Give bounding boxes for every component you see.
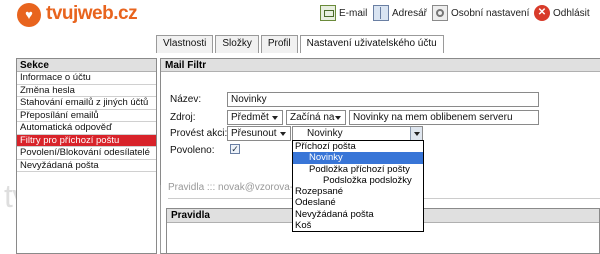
nav-logout[interactable]: Odhlásit <box>534 4 590 22</box>
tab-account-settings[interactable]: Nastavení uživatelského účtu <box>299 35 444 53</box>
source-field-select[interactable]: Předmět <box>227 110 283 125</box>
settings-icon <box>432 5 448 21</box>
folder-option-inbox[interactable]: Příchozí pošta <box>293 141 423 152</box>
source-label: Zdroj: <box>170 112 196 123</box>
tab-profil[interactable]: Profil <box>260 35 298 53</box>
tab-vlastnosti[interactable]: Vlastnosti <box>156 35 214 53</box>
folder-option-sent[interactable]: Odeslané <box>293 197 423 208</box>
app-header: ♥ tvujweb.cz E-mail Adresář Osobní nasta… <box>0 0 600 34</box>
brand-name[interactable]: tvujweb.cz <box>46 3 138 25</box>
nav-settings-label: Osobní nastavení <box>451 7 530 19</box>
sidebar-item-filters[interactable]: Filtry pro příchozí poštu <box>17 134 156 147</box>
folder-option-inbox-subfolder[interactable]: Podložka příchozí pošty <box>293 164 423 175</box>
logout-icon <box>534 5 550 21</box>
nav-settings[interactable]: Osobní nastavení <box>432 4 529 22</box>
folder-option-spam[interactable]: Nevyžádaná pošta <box>293 209 423 220</box>
chevron-down-icon <box>272 116 278 120</box>
sidebar-item-autoreply[interactable]: Automatická odpověď <box>17 122 156 135</box>
action-value: Přesunout <box>231 128 277 139</box>
action-label: Provést akci: <box>170 128 228 139</box>
sidebar-item-fetch-mail[interactable]: Stahování emailů z jiných účtů <box>17 97 156 110</box>
address-book-icon <box>373 5 389 21</box>
heart-icon: ♥ <box>25 7 33 22</box>
tab-slozky[interactable]: Složky <box>215 35 259 53</box>
sidebar-item-change-password[interactable]: Změna hesla <box>17 85 156 97</box>
enabled-checkbox[interactable]: ✓ <box>230 144 240 154</box>
chevron-down-icon <box>280 132 286 136</box>
folder-select[interactable]: Novinky <box>292 126 423 141</box>
filter-name-input[interactable]: Novinky <box>227 92 539 107</box>
source-field-value: Předmět <box>231 112 269 123</box>
chevron-down-icon <box>335 116 341 120</box>
rules-caption: Pravidla ::: novak@vzorova- <box>168 182 294 193</box>
mail-icon <box>320 5 336 21</box>
nav-logout-label: Odhlásit <box>553 7 590 19</box>
folder-value: Novinky <box>307 128 343 139</box>
sidebar-item-spam[interactable]: Nevyžádaná pošta <box>17 160 156 172</box>
folder-option-novinky[interactable]: Novinky <box>293 152 423 164</box>
tab-bar: Vlastnosti Složky Profil Nastavení uživa… <box>156 35 446 53</box>
sidebar-item-allow-block[interactable]: Povolení/Blokování odesílatelé <box>17 147 156 160</box>
folder-option-trash[interactable]: Koš <box>293 220 423 231</box>
sidebar-item-forwarding[interactable]: Přeposílání emailů <box>17 110 156 122</box>
sidebar: Sekce Informace o účtu Změna hesla Staho… <box>16 58 157 254</box>
enabled-label: Povoleno: <box>170 145 215 156</box>
source-condition-select[interactable]: Začíná na <box>286 110 346 125</box>
nav-adresar-label: Adresář <box>392 7 428 19</box>
source-condition-value: Začíná na <box>290 112 335 123</box>
folder-option-sub-subfolder[interactable]: Podsložka podsložky <box>293 175 423 186</box>
action-select[interactable]: Přesunout <box>227 126 291 141</box>
nav-email-label: E-mail <box>339 7 368 19</box>
name-label: Název: <box>170 94 202 105</box>
nav-email[interactable]: E-mail <box>320 4 367 22</box>
divider <box>160 185 161 254</box>
folder-option-drafts[interactable]: Rozepsané <box>293 186 423 197</box>
sidebar-title: Sekce <box>17 59 156 72</box>
nav-adresar[interactable]: Adresář <box>373 4 427 22</box>
mail-filter-title: Mail Filtr <box>161 59 600 72</box>
source-value-input[interactable]: Novinky na mem oblibenem serveru <box>349 110 539 125</box>
chevron-down-icon <box>410 127 422 140</box>
sidebar-item-account-info[interactable]: Informace o účtu <box>17 72 156 85</box>
folder-dropdown-list: Příchozí pošta Novinky Podložka příchozí… <box>292 140 424 232</box>
